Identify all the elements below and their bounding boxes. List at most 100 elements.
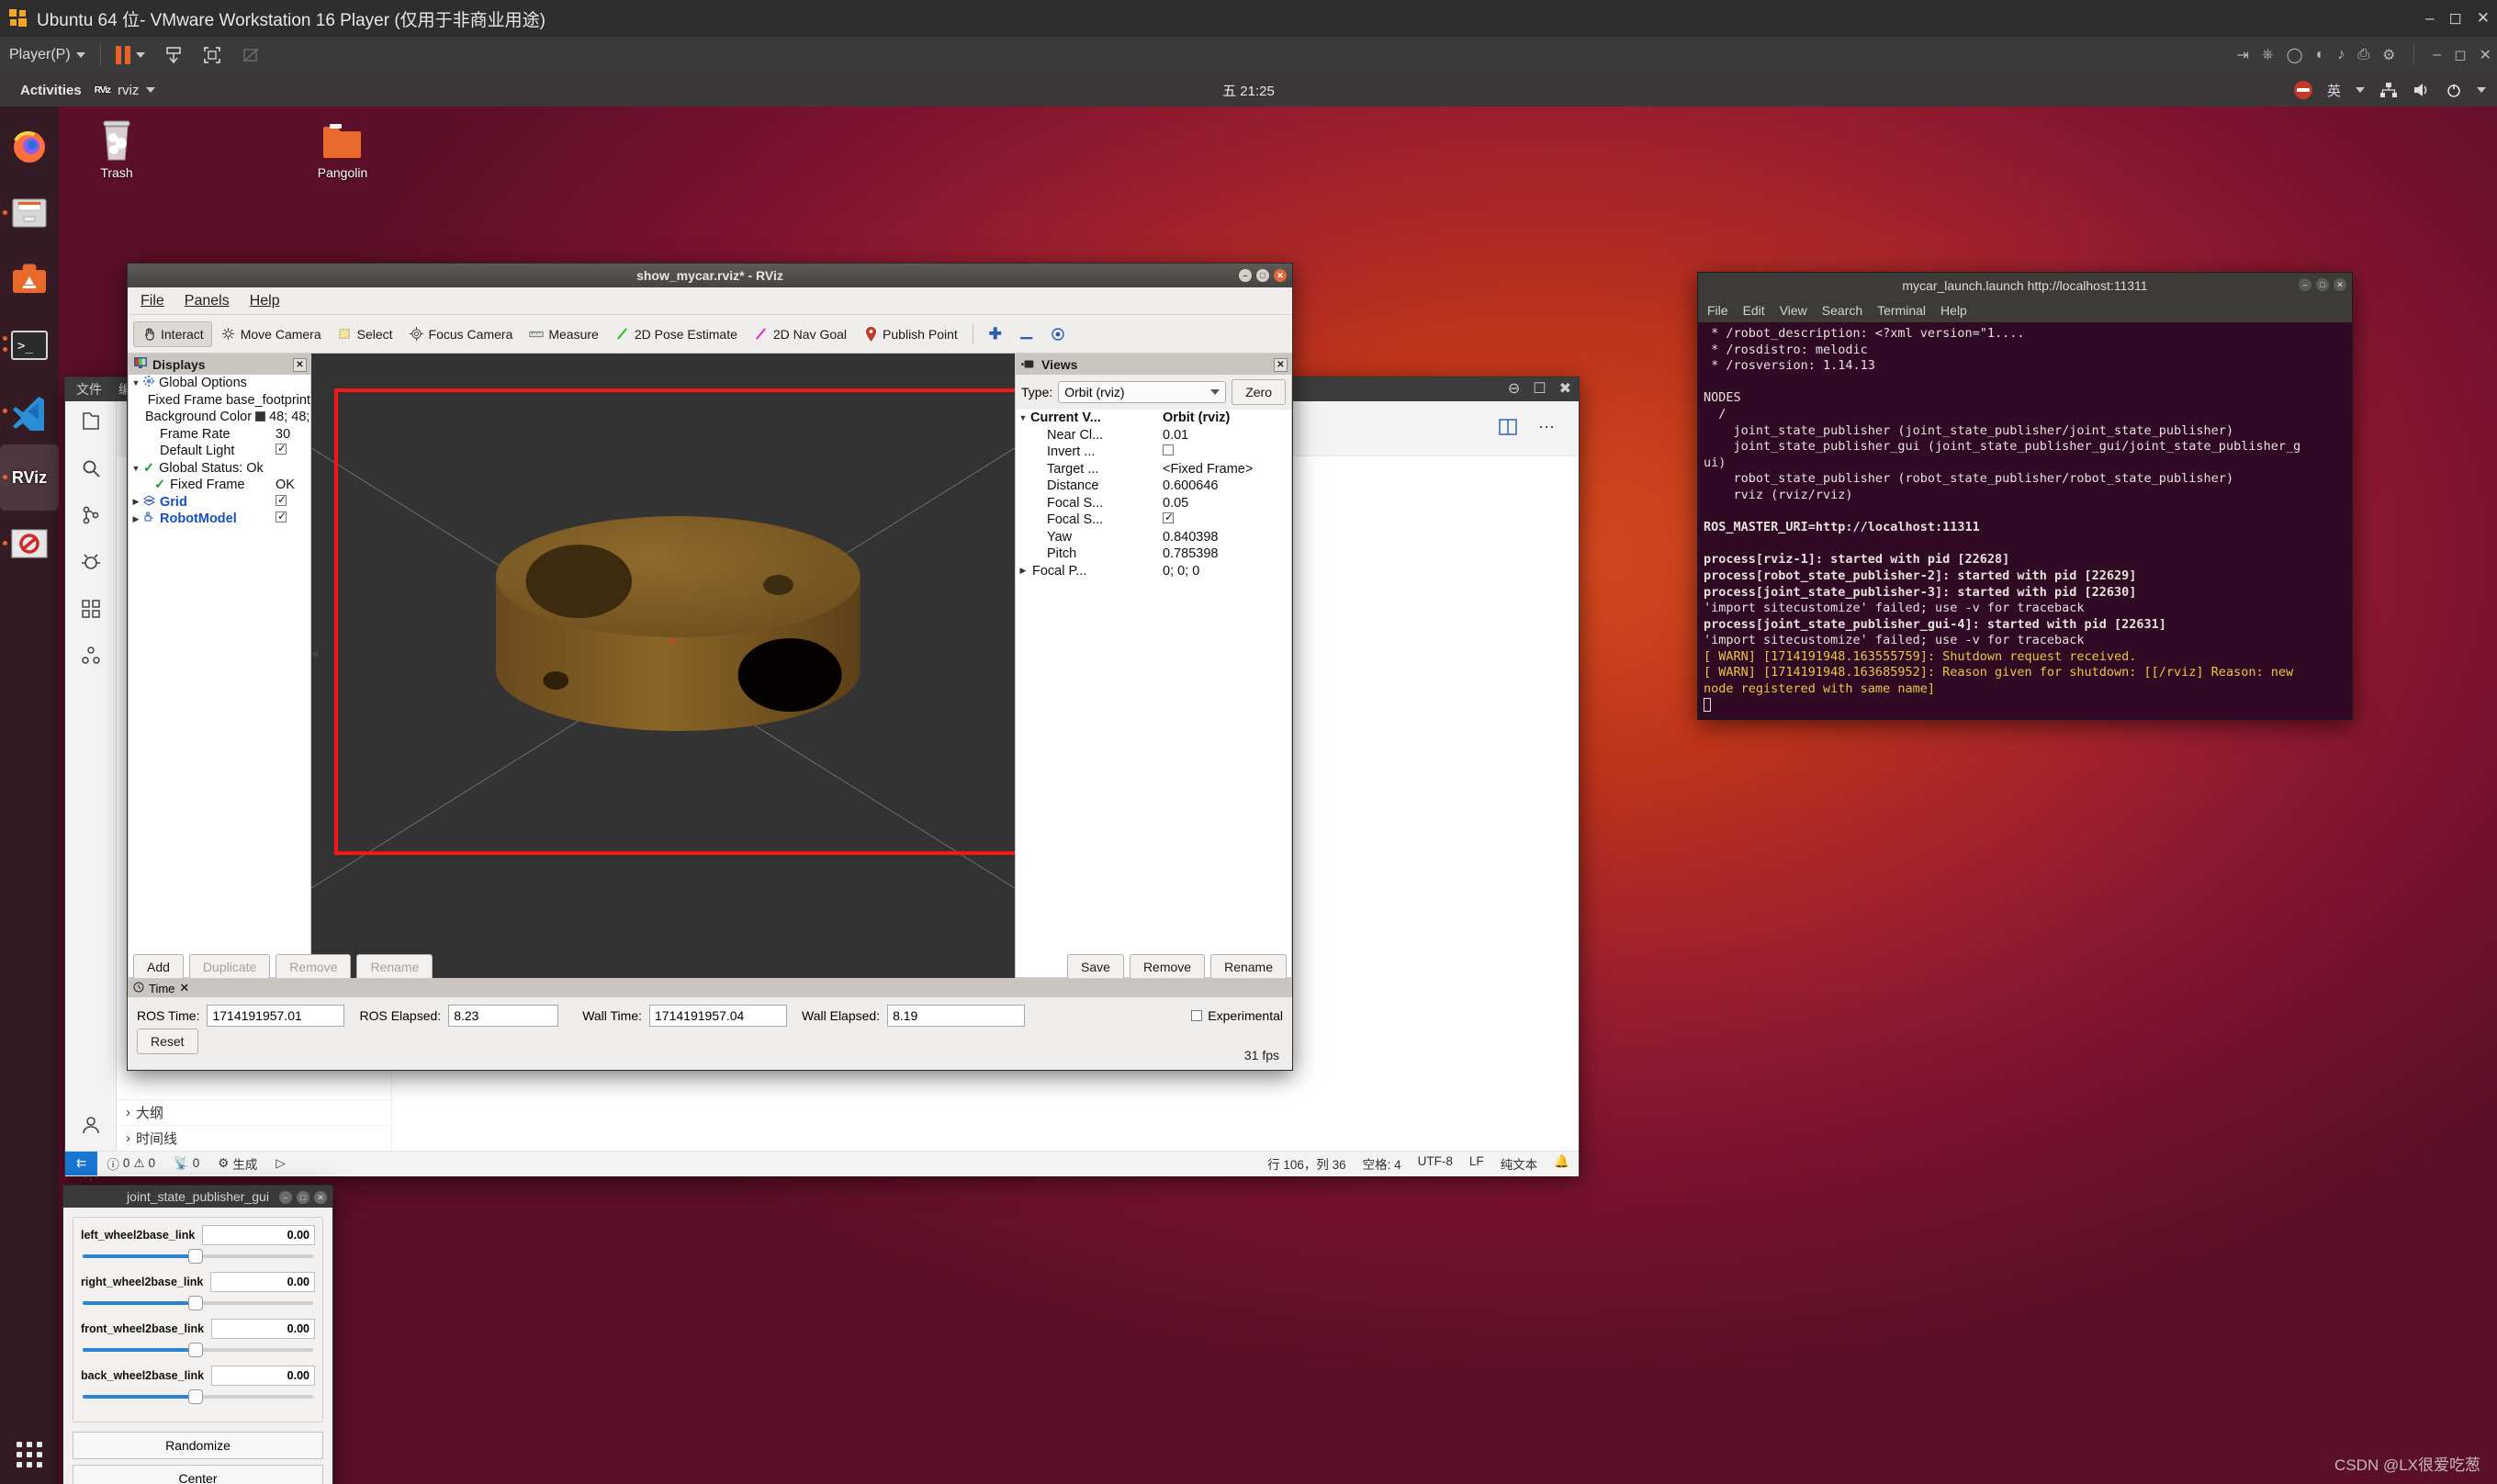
vscode-tree-timeline[interactable]: › 时间线 [117,1125,391,1151]
minimize-icon[interactable]: – [1239,269,1252,282]
vscode-window-buttons[interactable]: ⊖ ☐ ✖ [1508,379,1571,398]
printer-icon[interactable]: ⎙ [2357,47,2369,63]
system-tray[interactable]: 英 [2293,81,2486,100]
display-row-robotmodel[interactable]: ▶ RobotModel [129,510,310,528]
display-value[interactable]: 30 [272,427,310,442]
dock-item-blocked-app[interactable] [0,511,59,577]
slider-knob[interactable] [188,1296,204,1310]
view-row[interactable]: ▶ Focal P... 0; 0; 0 [1016,563,1291,580]
status-language[interactable]: 纯文本 [1501,1154,1538,1173]
close-icon[interactable]: ✕ [2477,9,2490,28]
status-encoding[interactable]: UTF-8 [1418,1154,1453,1173]
tool-focus-camera[interactable]: Focus Camera [402,322,521,346]
tool-publish-point[interactable]: Publish Point [856,322,965,346]
experimental-checkbox[interactable] [1191,1010,1203,1021]
terminal-menu-file[interactable]: File [1707,303,1728,318]
volume-icon[interactable] [2413,82,2431,98]
views-tree[interactable]: ▼ Current V... Orbit (rviz) Near Cl... 0… [1016,410,1291,977]
fullscreen-icon[interactable] [193,37,231,73]
jsp-joint-slider[interactable] [83,1249,313,1264]
wall-time-value[interactable]: 1714191957.04 [649,1005,788,1027]
window-close-icon[interactable]: ✕ [2480,46,2491,64]
account-icon[interactable] [80,1114,102,1141]
pause-dropdown-icon[interactable] [135,52,145,58]
app-menu-button[interactable]: RViz rviz [95,83,156,98]
terminal-menu-terminal[interactable]: Terminal [1877,303,1926,318]
view-type-select[interactable]: Orbit (rviz) [1058,381,1227,403]
center-button[interactable]: Center [73,1465,323,1484]
bell-icon[interactable]: 🔔 [1554,1154,1569,1173]
view-row[interactable]: Focal S... 0.05 [1016,495,1291,512]
jsp-joint-value[interactable]: 0.00 [202,1225,315,1245]
status-build[interactable]: ⚙ 生成 [208,1154,266,1173]
window-minimize-icon[interactable]: – [2433,47,2441,63]
terminal-menu-edit[interactable]: Edit [1743,303,1765,318]
jsp-joint-slider[interactable] [83,1296,313,1310]
jsp-window-buttons[interactable]: – □ ✕ [279,1186,327,1209]
maximize-icon[interactable]: □ [1256,269,1269,282]
terminal-output[interactable]: * /robot_description: <?xml version="1..… [1698,322,2352,719]
slider-knob[interactable] [188,1389,204,1404]
display-row[interactable]: Frame Rate 30 [129,426,310,444]
dock-item-vscode[interactable] [0,378,59,444]
view-row[interactable]: ▼ Current V... Orbit (rviz) [1016,410,1291,427]
display-row[interactable]: Background Color 48; 48; 48 [129,409,310,426]
view-value[interactable]: 0.01 [1159,428,1291,443]
display-row[interactable]: Default Light [129,442,310,460]
remote-indicator-icon[interactable]: ⇇ [65,1151,98,1175]
rviz-3d-viewport[interactable]: ◀ [311,354,1015,978]
minimize-icon[interactable]: – [2425,9,2434,28]
zero-button[interactable]: Zero [1232,379,1286,405]
jsp-joint-slider[interactable] [83,1389,313,1404]
grid-checkbox[interactable] [276,493,287,506]
jsp-joint-slider[interactable] [83,1343,313,1357]
view-row[interactable]: Target ... <Fixed Frame> [1016,461,1291,478]
remove-view-button[interactable]: Remove [1129,954,1206,980]
chevron-down-icon[interactable]: ▼ [129,464,143,473]
maximize-icon[interactable]: ☐ [1533,379,1546,398]
chevron-down-icon[interactable]: ▼ [129,378,143,388]
status-cursor-position[interactable]: 行 106，列 36 [1267,1154,1346,1173]
dock-item-firefox[interactable] [0,114,59,180]
close-icon[interactable]: ✕ [2334,278,2346,291]
minimize-icon[interactable]: – [279,1191,292,1204]
vscode-tree-outline[interactable]: › 大纲 [117,1099,391,1125]
view-value[interactable]: 0.600646 [1159,478,1291,493]
chevron-right-icon[interactable]: ▶ [129,514,143,524]
focal-shape-checkbox[interactable] [1163,511,1174,524]
view-row[interactable]: Pitch 0.785398 [1016,545,1291,563]
maximize-icon[interactable]: □ [297,1191,309,1204]
minimize-icon[interactable]: ⊖ [1508,379,1520,398]
activities-button[interactable]: Activities [0,83,95,98]
view-row[interactable]: Near Cl... 0.01 [1016,427,1291,444]
tool-2d-nav-goal[interactable]: 2D Nav Goal [747,322,854,346]
rviz-menu-file[interactable]: File [141,293,164,309]
panel-collapse-handle-left[interactable]: ◀ [311,647,318,659]
view-value[interactable]: <Fixed Frame> [1159,462,1291,477]
invert-checkbox[interactable] [1163,444,1174,456]
status-indentation[interactable]: 空格: 4 [1363,1154,1401,1173]
tool-interact[interactable]: Interact [133,320,212,347]
display-row[interactable]: ▼ Global Options [129,375,310,392]
remove-tool-button[interactable]: ⚊ [1012,322,1041,346]
view-row[interactable]: Distance 0.600646 [1016,478,1291,495]
dock-item-files[interactable] [0,180,59,246]
displays-tree[interactable]: ▼ Global Options Fixed Frame base_footpr… [129,375,310,977]
rviz-menu-help[interactable]: Help [250,293,280,309]
display-row[interactable]: ▼ ✓ Global Status: Ok [129,460,310,478]
close-icon[interactable]: ✖ [1559,379,1571,398]
rviz-menu-panels[interactable]: Panels [185,293,230,309]
minimize-icon[interactable]: – [2299,278,2311,291]
do-not-disturb-icon[interactable] [2293,81,2312,99]
dock-item-terminal[interactable]: >_ [0,312,59,378]
terminal-menu-help[interactable]: Help [1940,303,1967,318]
experimental-toggle[interactable]: Experimental [1191,1008,1283,1023]
display-row-grid[interactable]: ▶ Grid [129,493,310,512]
chevron-down-icon[interactable] [2477,87,2486,93]
source-control-icon[interactable] [80,504,102,531]
wall-elapsed-value[interactable]: 8.19 [887,1005,1026,1027]
terminal-menu-view[interactable]: View [1780,303,1807,318]
terminal-menu-search[interactable]: Search [1822,303,1862,318]
view-value[interactable]: 0.785398 [1159,546,1291,561]
dock-item-software[interactable] [0,246,59,312]
